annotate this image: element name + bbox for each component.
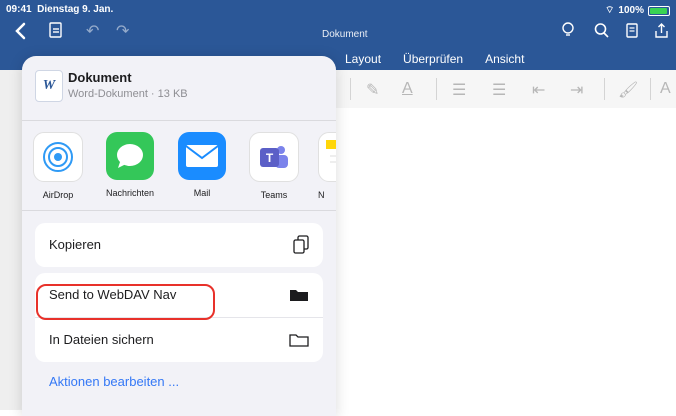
status-indicators: ⌔ 100% bbox=[605, 4, 670, 17]
document-title: Dokument bbox=[322, 29, 368, 40]
styles-brush-icon[interactable]: 🖌︎ bbox=[618, 80, 638, 100]
decrease-indent-icon[interactable]: ⇤ bbox=[532, 80, 545, 100]
edit-actions-link[interactable]: Aktionen bearbeiten ... bbox=[49, 374, 179, 389]
ribbon-tabs: Layout Überprüfen Ansicht bbox=[345, 52, 524, 66]
share-app-airdrop[interactable]: AirDrop bbox=[30, 132, 86, 200]
ribbon-divider bbox=[436, 78, 437, 100]
undo-icon[interactable]: ↶ bbox=[86, 22, 99, 42]
numbered-list-icon[interactable]: ☰ bbox=[492, 80, 506, 100]
mail-icon bbox=[178, 132, 226, 180]
share-sheet: W Dokument Word-Dokument · 13 KB AirDrop… bbox=[22, 56, 336, 416]
ribbon-divider bbox=[350, 78, 351, 100]
share-app-mail[interactable]: Mail bbox=[174, 132, 230, 198]
ribbon-divider bbox=[604, 78, 605, 100]
share-app-label: Teams bbox=[260, 190, 288, 200]
copy-icon bbox=[293, 235, 309, 260]
lightbulb-icon[interactable] bbox=[562, 22, 574, 45]
share-app-label: Nachrichten bbox=[105, 188, 155, 198]
wifi-icon: ⌔ bbox=[605, 5, 615, 16]
redo-icon[interactable]: ↷ bbox=[116, 22, 129, 42]
back-chevron-icon[interactable] bbox=[14, 22, 26, 46]
battery-icon bbox=[648, 5, 670, 16]
tab-layout[interactable]: Layout bbox=[345, 52, 381, 66]
folder-icon bbox=[289, 333, 309, 352]
file-menu-icon[interactable] bbox=[48, 22, 64, 46]
styles-icon[interactable]: A bbox=[660, 80, 671, 98]
action-group-copy: Kopieren bbox=[35, 223, 323, 267]
highlighter-icon[interactable]: ✎ bbox=[366, 80, 379, 100]
airdrop-icon bbox=[33, 132, 83, 182]
action-label: In Dateien sichern bbox=[49, 332, 154, 347]
share-app-label: AirDrop bbox=[42, 190, 74, 200]
share-app-notes[interactable]: N bbox=[318, 132, 336, 200]
share-app-label: Mail bbox=[193, 188, 211, 198]
battery-percent: 100% bbox=[618, 5, 644, 16]
share-sheet-header: W Dokument Word-Dokument · 13 KB bbox=[22, 56, 336, 121]
action-copy[interactable]: Kopieren bbox=[35, 223, 323, 267]
share-app-label-truncated: N bbox=[318, 190, 325, 200]
document-margin bbox=[0, 70, 22, 410]
ribbon-divider bbox=[650, 78, 651, 100]
highlight-outline bbox=[36, 284, 215, 320]
status-time: 09:41 Dienstag 9. Jan. bbox=[6, 4, 114, 15]
reader-view-icon[interactable] bbox=[626, 22, 638, 46]
tab-view[interactable]: Ansicht bbox=[485, 52, 524, 66]
font-color-icon[interactable]: A bbox=[402, 80, 413, 98]
folder-filled-icon bbox=[289, 288, 309, 307]
file-name: Dokument bbox=[68, 70, 132, 85]
tab-review[interactable]: Überprüfen bbox=[403, 52, 463, 66]
share-app-messages[interactable]: Nachrichten bbox=[102, 132, 158, 198]
share-app-row: AirDrop Nachrichten Mail T Teams N bbox=[22, 120, 336, 211]
notes-icon bbox=[318, 132, 336, 182]
teams-icon: T bbox=[249, 132, 299, 182]
svg-text:T: T bbox=[266, 151, 274, 165]
search-icon[interactable] bbox=[594, 22, 610, 46]
file-info: Word-Dokument · 13 KB bbox=[68, 88, 188, 100]
bullet-list-icon[interactable]: ☰ bbox=[452, 80, 466, 100]
messages-icon bbox=[106, 132, 154, 180]
share-app-teams[interactable]: T Teams bbox=[246, 132, 302, 200]
share-icon[interactable] bbox=[654, 22, 670, 46]
word-file-icon: W bbox=[35, 70, 63, 102]
increase-indent-icon[interactable]: ⇥ bbox=[570, 80, 583, 100]
action-label: Kopieren bbox=[49, 237, 102, 252]
action-save-to-files[interactable]: In Dateien sichern bbox=[35, 318, 323, 362]
